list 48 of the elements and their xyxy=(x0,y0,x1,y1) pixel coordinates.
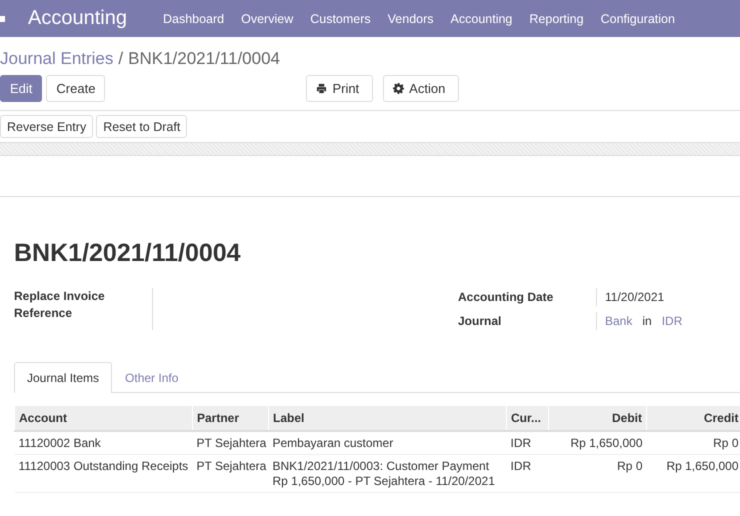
grid-icon[interactable] xyxy=(0,16,5,22)
column-header[interactable]: Label xyxy=(268,406,506,431)
column-header[interactable]: Account xyxy=(14,406,192,431)
menu-item[interactable]: Customers xyxy=(310,12,371,26)
column-header[interactable]: Debit xyxy=(548,406,646,431)
menu-item[interactable]: Overview xyxy=(241,12,294,26)
status-action-button[interactable]: Reset to Draft xyxy=(96,115,188,138)
table-cell: IDR xyxy=(506,454,548,492)
column-header[interactable]: Partner xyxy=(192,406,268,431)
table-cell: 11120002 Bank xyxy=(14,431,192,454)
column-header[interactable]: Cur... xyxy=(506,406,548,431)
menu-item[interactable]: Configuration xyxy=(600,12,675,26)
table-cell: Rp 1,650,000 xyxy=(548,431,646,454)
settings-icon xyxy=(393,83,404,94)
table-cell: Pembayaran customer xyxy=(268,431,506,454)
table-cell: Rp 0 xyxy=(646,431,740,454)
app-title: Accounting xyxy=(28,7,127,30)
create-button[interactable]: Create xyxy=(46,75,106,102)
table-cell: PT Sejahtera xyxy=(192,431,268,454)
joiner-text: in xyxy=(642,314,652,328)
menu-item[interactable]: Dashboard xyxy=(162,12,224,26)
action-button[interactable]: Action xyxy=(383,75,460,102)
tab[interactable]: Other Info xyxy=(112,362,192,393)
breadcrumb-current: BNK1/2021/11/0004 xyxy=(128,49,280,67)
edit-button[interactable]: Edit xyxy=(0,75,42,102)
printer-icon xyxy=(316,83,328,94)
print-button[interactable]: Print xyxy=(306,75,374,102)
table-cell: PT Sejahtera xyxy=(192,454,268,492)
currency-link[interactable]: IDR xyxy=(662,314,682,328)
field-label: Replace Invoice Reference xyxy=(14,288,153,330)
column-header[interactable]: Credit xyxy=(646,406,740,431)
table-cell: 11120003 Outstanding Receipts xyxy=(14,454,192,492)
menu-item[interactable]: Vendors xyxy=(388,12,434,26)
menu-item[interactable]: Accounting xyxy=(450,12,512,26)
table-cell: Rp 1,650,000 xyxy=(646,454,740,492)
field-label: Accounting Date xyxy=(458,288,597,306)
breadcrumb-link[interactable]: Journal Entries xyxy=(0,49,114,67)
field-label: Journal xyxy=(458,312,597,330)
table-cell: BNK1/2021/11/0003: Customer Payment Rp 1,650,000 - PT Sejahtera - 11/20/2021 xyxy=(268,454,506,492)
record-title: BNK1/2021/11/0004 xyxy=(14,239,242,268)
table-cell: Rp 0 xyxy=(548,454,646,492)
status-action-button[interactable]: Reverse Entry xyxy=(0,115,94,138)
tab[interactable]: Journal Items xyxy=(14,362,112,393)
date-value: 11/20/2021 xyxy=(605,290,664,304)
journal-link[interactable]: Bank xyxy=(605,314,632,328)
menu-item[interactable]: Reporting xyxy=(529,12,584,26)
breadcrumb-separator: / xyxy=(118,49,124,67)
table-cell: IDR xyxy=(506,431,548,454)
